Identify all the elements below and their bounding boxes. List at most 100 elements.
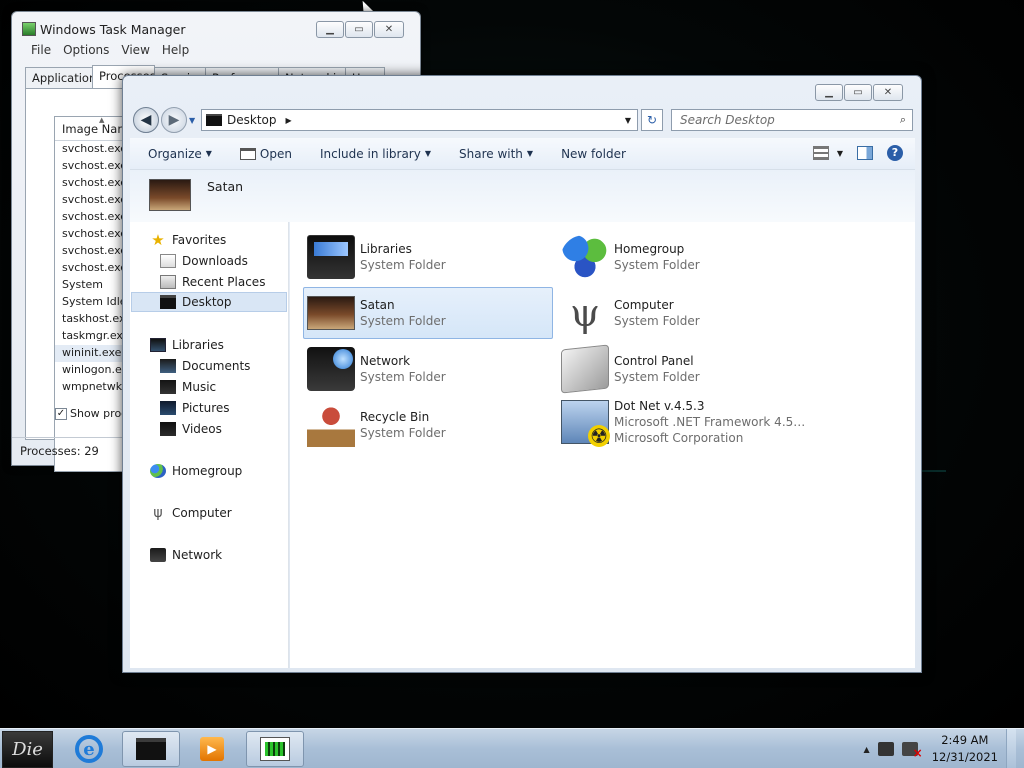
item-satan[interactable]: Satan System Folder bbox=[303, 287, 553, 339]
nav-computer-label: Computer bbox=[172, 506, 232, 520]
minimize-button[interactable]: ▁ bbox=[316, 21, 344, 38]
taskbar-media-player[interactable]: ▶ bbox=[183, 731, 241, 767]
preview-pane-icon[interactable] bbox=[857, 146, 873, 160]
nav-homegroup[interactable]: Homegroup bbox=[150, 461, 242, 481]
taskbar-internet-explorer[interactable]: e bbox=[60, 731, 118, 767]
open-button[interactable]: Open bbox=[231, 147, 301, 161]
organize-button[interactable]: Organize ▼ bbox=[139, 147, 221, 161]
breadcrumb-chevron-icon[interactable]: ▶ bbox=[286, 116, 292, 125]
close-icon: ✕ bbox=[883, 87, 893, 98]
task-manager-menubar: File Options View Help bbox=[25, 43, 195, 57]
item-network[interactable]: Network System Folder bbox=[303, 343, 553, 395]
maximize-icon: ▭ bbox=[354, 24, 364, 35]
item-libraries[interactable]: Libraries System Folder bbox=[303, 231, 553, 283]
navigation-pane: ★ Favorites Downloads Recent Places Deskt… bbox=[130, 222, 289, 668]
menu-options[interactable]: Options bbox=[57, 43, 115, 57]
refresh-button[interactable]: ↻ bbox=[641, 109, 663, 131]
libraries-icon bbox=[307, 235, 355, 279]
clock[interactable]: 2:49 AM 12/31/2021 bbox=[932, 732, 998, 766]
nav-videos[interactable]: Videos bbox=[160, 419, 222, 439]
item-name: Control Panel bbox=[614, 354, 694, 368]
new-folder-button[interactable]: New folder bbox=[552, 147, 635, 161]
item-type: System Folder bbox=[614, 314, 700, 328]
menu-file[interactable]: File bbox=[25, 43, 57, 57]
nav-documents[interactable]: Documents bbox=[160, 356, 250, 376]
header-folder-name: Satan bbox=[207, 179, 244, 194]
nav-recent-places[interactable]: Recent Places bbox=[160, 272, 265, 292]
back-button[interactable]: ◀ bbox=[133, 107, 159, 133]
explorer-window[interactable]: ▁ ▭ ✕ ◀ ▶ ▼ Desktop ▶ ▼ ↻ Search Desktop… bbox=[122, 75, 922, 673]
item-type: System Folder bbox=[360, 370, 446, 384]
open-folder-icon bbox=[239, 147, 256, 160]
item-name: Homegroup bbox=[614, 242, 685, 256]
satan-folder-thumbnail bbox=[149, 179, 191, 211]
desktop-glow bbox=[922, 470, 946, 472]
nav-computer[interactable]: ψ Computer bbox=[150, 503, 232, 523]
show-desktop-button[interactable] bbox=[1006, 729, 1016, 768]
item-name: Computer bbox=[614, 298, 674, 312]
close-button[interactable]: ✕ bbox=[374, 21, 404, 38]
item-computer[interactable]: ψ Computer System Folder bbox=[557, 287, 807, 339]
include-in-library-button[interactable]: Include in library ▼ bbox=[311, 147, 440, 161]
clock-date: 12/31/2021 bbox=[931, 750, 998, 764]
pictures-icon bbox=[160, 401, 176, 415]
network-tray-icon[interactable] bbox=[877, 742, 894, 756]
nav-libraries[interactable]: Libraries bbox=[150, 335, 224, 355]
item-type: System Folder bbox=[360, 314, 446, 328]
item-type: System Folder bbox=[614, 370, 700, 384]
chevron-down-icon: ▼ bbox=[424, 149, 431, 158]
open-label: Open bbox=[259, 146, 292, 161]
nav-videos-label: Videos bbox=[182, 422, 222, 436]
nav-desktop[interactable]: Desktop bbox=[131, 292, 287, 312]
nav-favorites[interactable]: ★ Favorites bbox=[150, 230, 226, 250]
maximize-button[interactable]: ▭ bbox=[345, 21, 373, 38]
views-icon bbox=[812, 146, 829, 160]
volume-muted-icon[interactable] bbox=[901, 742, 923, 760]
sort-arrow-icon: ▲ bbox=[99, 116, 105, 124]
item-description: Microsoft .NET Framework 4.5.3 S... bbox=[614, 415, 806, 429]
item-recycle-bin[interactable]: Recycle Bin System Folder bbox=[303, 399, 553, 451]
show-hidden-icons-icon[interactable]: ▲ bbox=[864, 745, 870, 754]
tab-applications[interactable]: Applications bbox=[25, 67, 93, 88]
change-view-button[interactable]: ▼ bbox=[812, 146, 843, 160]
homegroup-icon bbox=[150, 464, 166, 478]
nav-desktop-label: Desktop bbox=[182, 295, 232, 309]
menu-help[interactable]: Help bbox=[156, 43, 195, 57]
nav-network[interactable]: Network bbox=[150, 545, 222, 565]
item-name: Libraries bbox=[360, 242, 412, 256]
item-control-panel[interactable]: Control Panel System Folder bbox=[557, 343, 807, 395]
search-input[interactable]: Search Desktop ⌕ bbox=[671, 109, 913, 131]
nav-network-label: Network bbox=[172, 548, 223, 562]
explorer-maximize-button[interactable]: ▭ bbox=[844, 84, 872, 101]
breadcrumb-desktop[interactable]: Desktop bbox=[227, 113, 277, 127]
item-homegroup[interactable]: Homegroup System Folder bbox=[557, 231, 807, 283]
address-dropdown-icon[interactable]: ▼ bbox=[625, 116, 631, 125]
help-icon[interactable]: ? bbox=[887, 145, 903, 161]
task-manager-caption-buttons: ▁ ▭ ✕ bbox=[316, 21, 404, 38]
forward-button[interactable]: ▶ bbox=[161, 107, 187, 133]
recent-pages-dropdown[interactable]: ▼ bbox=[189, 116, 195, 125]
explorer-close-button[interactable]: ✕ bbox=[873, 84, 903, 101]
task-manager-icon bbox=[260, 737, 290, 761]
explorer-minimize-button[interactable]: ▁ bbox=[815, 84, 843, 101]
address-bar[interactable]: Desktop ▶ ▼ bbox=[201, 109, 638, 131]
refresh-icon: ↻ bbox=[646, 113, 658, 127]
nav-favorites-label: Favorites bbox=[172, 233, 227, 247]
start-button[interactable]: Die bbox=[2, 731, 53, 768]
minimize-icon: ▁ bbox=[326, 24, 334, 35]
taskbar-task-manager[interactable] bbox=[246, 731, 304, 767]
nav-pictures[interactable]: Pictures bbox=[160, 398, 230, 418]
minimize-icon: ▁ bbox=[825, 87, 833, 98]
nav-downloads[interactable]: Downloads bbox=[160, 251, 248, 271]
search-icon[interactable]: ⌕ bbox=[900, 113, 906, 127]
back-arrow-icon: ◀ bbox=[140, 112, 152, 128]
chevron-down-icon: ▼ bbox=[526, 149, 534, 158]
menu-view[interactable]: View bbox=[115, 43, 155, 57]
taskbar-explorer[interactable] bbox=[122, 731, 180, 767]
homegroup-icon bbox=[561, 235, 609, 279]
nav-music[interactable]: Music bbox=[160, 377, 216, 397]
item-dot-net[interactable]: Dot Net v.4.5.3 Microsoft .NET Framework … bbox=[557, 392, 807, 452]
show-all-checkbox[interactable]: ✓ bbox=[55, 407, 67, 420]
explorer-caption-buttons: ▁ ▭ ✕ bbox=[815, 84, 903, 101]
share-with-button[interactable]: Share with ▼ bbox=[450, 147, 542, 161]
